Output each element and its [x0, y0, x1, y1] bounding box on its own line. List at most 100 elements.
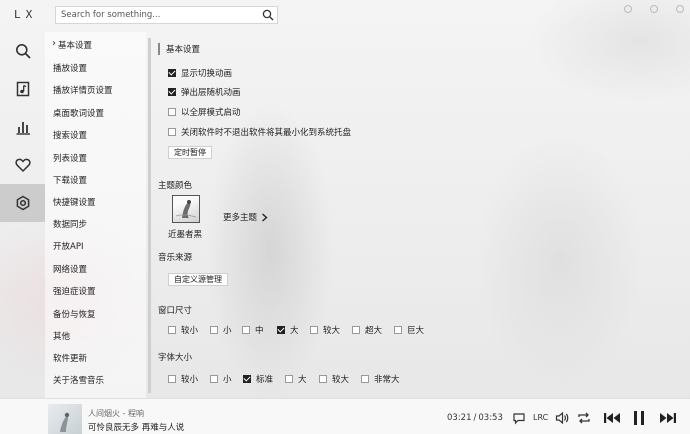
- checkbox-box[interactable]: [243, 375, 251, 383]
- checkbox-label: 较小: [181, 375, 199, 385]
- checkbox-box[interactable]: [285, 375, 293, 383]
- custom-source-button[interactable]: 自定义源管理: [168, 273, 228, 286]
- comment-button[interactable]: [512, 411, 526, 425]
- checkbox-box[interactable]: [168, 375, 176, 383]
- menu-item-open-api[interactable]: 开放API: [53, 240, 83, 254]
- volume-icon: [555, 411, 569, 425]
- timer-pause-button[interactable]: 定时暂停: [168, 146, 212, 159]
- current-lyric: 可怜良辰无多 再难与人说: [88, 423, 185, 433]
- checkbox-box[interactable]: [168, 128, 176, 136]
- checkbox-label: 关闭软件时不退出软件将其最小化到系统托盘: [181, 128, 352, 138]
- checkbox-label: 小: [223, 326, 232, 336]
- checkbox-label: 弹出层随机动画: [181, 88, 241, 98]
- minimize-button[interactable]: [624, 5, 632, 13]
- settings-menu: 基本设置 播放设置 播放详情页设置 桌面歌词设置 搜索设置 列表设置 下载设置 …: [45, 32, 146, 398]
- total-time: 03:53: [478, 413, 503, 423]
- nav-leaderboard[interactable]: [0, 108, 45, 146]
- close-button[interactable]: [676, 5, 684, 13]
- radio-font-very-large[interactable]: 非常大: [361, 373, 400, 385]
- more-themes-link[interactable]: 更多主题: [223, 211, 269, 223]
- chevron-right-icon: [262, 212, 268, 222]
- menu-item-backup[interactable]: 备份与恢复: [53, 308, 96, 322]
- search-icon[interactable]: [262, 9, 274, 21]
- checkbox-box[interactable]: [168, 88, 176, 96]
- section-title-music-source: 音乐来源: [158, 253, 193, 263]
- menu-item-hotkey[interactable]: 快捷键设置: [53, 196, 96, 210]
- nav-songlist[interactable]: [0, 70, 45, 108]
- radio-window-larger[interactable]: 较大: [310, 324, 340, 336]
- menu-item-desktop-lyric[interactable]: 桌面歌词设置: [53, 107, 104, 121]
- checkbox-label: 标准: [256, 375, 274, 385]
- checkbox-minimize-to-tray[interactable]: 关闭软件时不退出软件将其最小化到系统托盘: [168, 126, 351, 138]
- radio-window-smaller[interactable]: 较小: [168, 324, 198, 336]
- checkbox-label: 较小: [181, 326, 199, 336]
- volume-button[interactable]: [555, 411, 569, 425]
- checkbox-box[interactable]: [242, 326, 250, 334]
- checkbox-label: 以全屏模式启动: [181, 108, 241, 118]
- checkbox-box[interactable]: [352, 326, 360, 334]
- desktop-lyric-toggle[interactable]: LRC: [533, 413, 548, 422]
- checkbox-show-switch-animation[interactable]: 显示切换动画: [168, 67, 232, 79]
- radio-window-xlarge[interactable]: 超大: [352, 324, 382, 336]
- menu-item-odc[interactable]: 强迫症设置: [53, 285, 96, 299]
- checkbox-box[interactable]: [277, 326, 285, 334]
- radio-font-large[interactable]: 大: [285, 373, 307, 385]
- next-button[interactable]: [659, 411, 677, 425]
- menu-item-other[interactable]: 其他: [53, 330, 70, 344]
- search-input[interactable]: [56, 7, 256, 23]
- radio-window-huge[interactable]: 巨大: [394, 324, 424, 336]
- checkbox-label: 非常大: [374, 375, 400, 385]
- menu-item-update[interactable]: 软件更新: [53, 352, 87, 366]
- radio-font-small[interactable]: 小: [210, 373, 232, 385]
- checkbox-box[interactable]: [168, 108, 176, 116]
- menu-item-sync[interactable]: 数据同步: [53, 218, 87, 232]
- menu-item-download[interactable]: 下载设置: [53, 174, 87, 188]
- maximize-button[interactable]: [650, 5, 658, 13]
- menu-item-about[interactable]: 关于洛雪音乐: [53, 374, 104, 388]
- checkbox-box[interactable]: [210, 375, 218, 383]
- checkbox-label: 超大: [365, 326, 383, 336]
- nav-settings[interactable]: [0, 184, 45, 222]
- menu-item-play[interactable]: 播放设置: [53, 62, 87, 76]
- search-box[interactable]: [55, 6, 278, 24]
- current-time: 03:21: [447, 413, 472, 423]
- music-file-icon: [16, 81, 29, 97]
- radio-window-small[interactable]: 小: [210, 324, 232, 336]
- nav-favorites[interactable]: [0, 146, 45, 184]
- section-title-theme: 主题颜色: [158, 181, 193, 191]
- checkbox-box[interactable]: [168, 326, 176, 334]
- heart-icon: [14, 158, 31, 173]
- gear-icon: [16, 195, 29, 211]
- menu-item-play-detail[interactable]: 播放详情页设置: [53, 84, 113, 98]
- app-logo: LX: [14, 8, 38, 21]
- checkbox-box[interactable]: [394, 326, 402, 334]
- checkbox-box[interactable]: [319, 375, 327, 383]
- radio-font-larger[interactable]: 较大: [319, 373, 349, 385]
- radio-window-medium[interactable]: 中: [242, 324, 264, 336]
- radio-font-standard[interactable]: 标准: [243, 373, 273, 385]
- checkbox-random-popup-animation[interactable]: 弹出层随机动画: [168, 86, 241, 98]
- theme-thumbnail[interactable]: [172, 195, 200, 223]
- checkbox-box[interactable]: [168, 69, 176, 77]
- pause-button[interactable]: [631, 411, 647, 425]
- checkbox-label: 较大: [323, 326, 341, 336]
- menu-item-list[interactable]: 列表设置: [53, 152, 87, 166]
- checkbox-box[interactable]: [361, 375, 369, 383]
- menu-item-search[interactable]: 搜索设置: [53, 129, 87, 143]
- checkbox-box[interactable]: [310, 326, 318, 334]
- menu-item-network[interactable]: 网络设置: [53, 263, 87, 277]
- song-title: 人间烟火 - 程响: [88, 409, 144, 418]
- nav-search[interactable]: [0, 32, 45, 70]
- checkbox-box[interactable]: [210, 326, 218, 334]
- radio-window-large[interactable]: 大: [277, 324, 299, 336]
- content-scrollbar[interactable]: [148, 38, 151, 393]
- play-mode-button[interactable]: [577, 411, 591, 425]
- menu-item-basic[interactable]: 基本设置: [52, 38, 92, 53]
- comment-icon: [513, 413, 525, 425]
- time-separator: /: [473, 413, 477, 423]
- radio-font-smaller[interactable]: 较小: [168, 373, 198, 385]
- previous-button[interactable]: [603, 411, 621, 425]
- more-themes-label: 更多主题: [223, 213, 258, 223]
- checkbox-start-fullscreen[interactable]: 以全屏模式启动: [168, 106, 241, 118]
- album-cover[interactable]: [48, 404, 82, 434]
